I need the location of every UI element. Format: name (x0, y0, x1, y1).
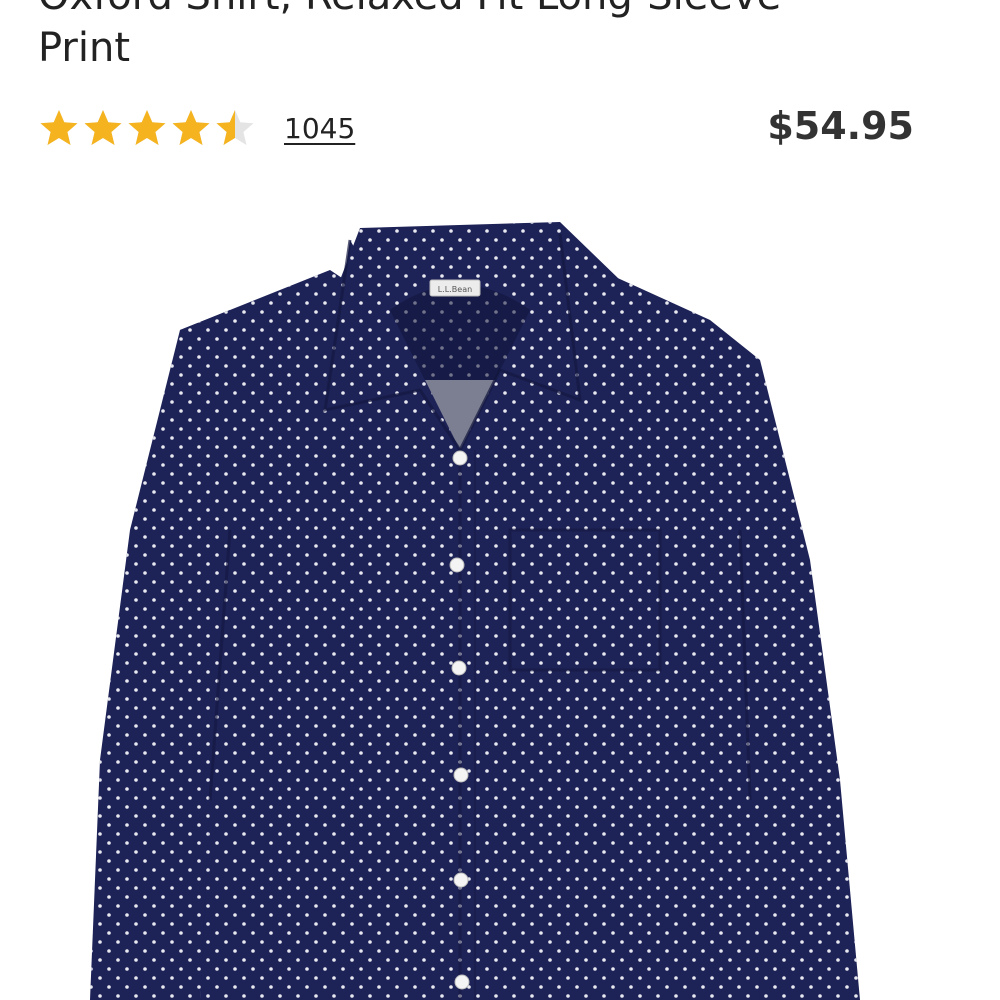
product-price: $54.95 (767, 104, 914, 148)
shirt-button (453, 872, 469, 888)
star-icon (170, 107, 212, 149)
shirt-button (451, 660, 467, 676)
review-count-link[interactable]: 1045 (284, 112, 355, 145)
shirt-button (454, 974, 470, 990)
shirt-button (453, 767, 469, 783)
shirt-illustration: L.L.Bean (90, 222, 860, 1000)
brand-label-text: L.L.Bean (438, 285, 472, 294)
star-icon (126, 107, 168, 149)
shirt-button (452, 450, 468, 466)
star-icon (38, 107, 80, 149)
shirt-button (449, 557, 465, 573)
rating-row: 1045 (38, 106, 355, 150)
product-title: Oxford Shirt, Relaxed Fit Long-Sleeve Pr… (38, 0, 781, 71)
star-rating[interactable] (38, 107, 256, 149)
product-image[interactable]: L.L.Bean (60, 200, 940, 1000)
product-page: Oxford Shirt, Relaxed Fit Long-Sleeve Pr… (0, 0, 1000, 1000)
star-icon (214, 107, 256, 149)
star-icon (82, 107, 124, 149)
